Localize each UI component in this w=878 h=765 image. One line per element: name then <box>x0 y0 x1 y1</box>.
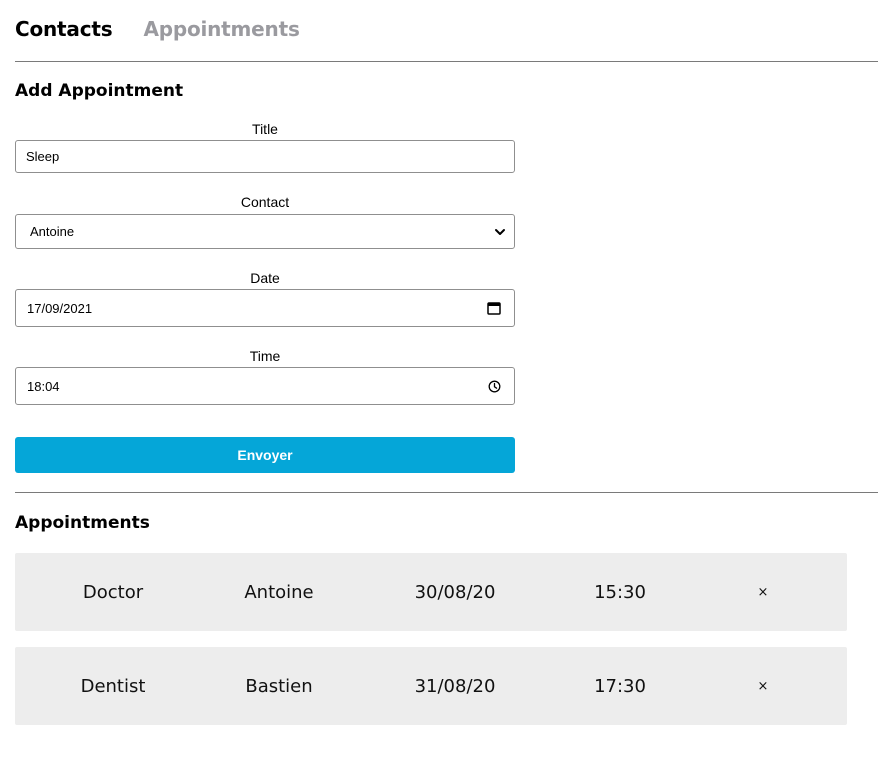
time-input-value: 18:04 <box>27 378 60 394</box>
appointments-heading: Appointments <box>15 513 150 533</box>
date-label: Date <box>250 270 280 286</box>
title-label: Title <box>252 121 278 137</box>
main-nav: Contacts Appointments <box>15 14 300 44</box>
contact-select-value: Antoine <box>30 224 75 239</box>
appointment-title: Doctor <box>82 581 144 603</box>
nav-contacts-link[interactable]: Contacts <box>15 17 113 41</box>
appointment-row: Dentist Bastien 31/08/20 17:30 × <box>15 647 847 725</box>
title-input[interactable]: Sleep <box>15 140 515 173</box>
appointment-contact: Antoine <box>244 581 314 603</box>
close-icon[interactable]: × <box>758 647 769 725</box>
add-appointment-heading: Add Appointment <box>15 81 184 101</box>
top-divider <box>15 61 878 62</box>
appointment-time: 17:30 <box>594 675 646 697</box>
time-label: Time <box>249 348 281 364</box>
submit-button[interactable]: Envoyer <box>15 437 515 473</box>
appointment-date: 30/08/20 <box>414 581 496 603</box>
contact-label: Contact <box>240 194 290 210</box>
close-icon[interactable]: × <box>758 553 769 631</box>
clock-icon[interactable] <box>486 378 502 394</box>
contact-select[interactable]: Antoine <box>15 214 515 249</box>
time-input[interactable]: 18:04 <box>15 367 515 405</box>
date-input-value: 17/09/2021 <box>27 300 93 316</box>
appointment-row: Doctor Antoine 30/08/20 15:30 × <box>15 553 847 631</box>
section-divider <box>15 492 878 493</box>
calendar-icon[interactable] <box>486 300 502 316</box>
appointment-time: 15:30 <box>594 581 646 603</box>
appointment-contact: Bastien <box>245 675 313 697</box>
appointment-date: 31/08/20 <box>414 675 496 697</box>
date-input[interactable]: 17/09/2021 <box>15 289 515 327</box>
appointment-title: Dentist <box>80 675 146 697</box>
nav-appointments-link[interactable]: Appointments <box>143 17 299 41</box>
title-input-value: Sleep <box>26 149 60 164</box>
chevron-down-icon <box>492 224 508 240</box>
